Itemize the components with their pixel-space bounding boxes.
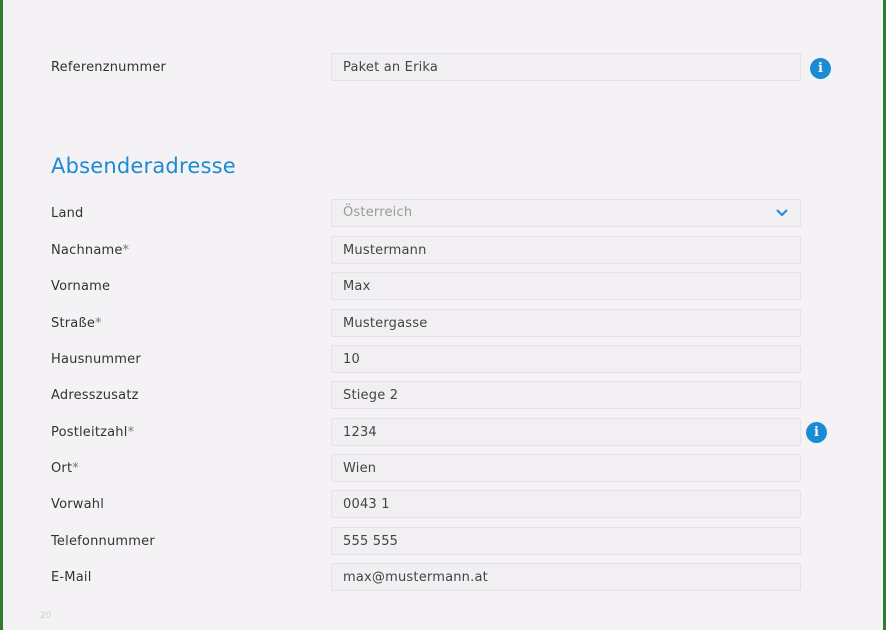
nachname-input[interactable] <box>331 236 801 264</box>
ort-row: Ort* <box>0 454 886 484</box>
land-select-value: Österreich <box>343 205 413 220</box>
nachname-row: Nachname* <box>0 236 886 266</box>
strasse-label: Straße* <box>51 316 102 331</box>
nachname-label: Nachname* <box>51 243 130 258</box>
vorwahl-label: Vorwahl <box>51 497 105 512</box>
required-mark: * <box>95 316 102 331</box>
land-select[interactable]: Österreich <box>331 199 801 227</box>
hausnummer-input[interactable] <box>331 345 801 373</box>
page-number: 20 <box>40 611 52 621</box>
reference-row: Referenznummer i <box>0 53 886 83</box>
chevron-down-icon <box>776 209 788 216</box>
vorname-row: Vorname <box>0 272 886 302</box>
required-mark: * <box>127 425 135 440</box>
vorname-label: Vorname <box>51 279 111 294</box>
required-mark: * <box>122 243 130 258</box>
telefonnummer-label: Telefonnummer <box>51 534 155 549</box>
land-label: Land <box>51 206 84 221</box>
vorwahl-input[interactable] <box>331 490 801 518</box>
reference-input[interactable] <box>331 53 801 81</box>
adresszusatz-row: Adresszusatz <box>0 381 886 411</box>
section-title-absenderadresse: Absenderadresse <box>51 154 236 178</box>
email-label: E-Mail <box>51 570 92 585</box>
vorwahl-row: Vorwahl <box>0 490 886 520</box>
strasse-input[interactable] <box>331 309 801 337</box>
postleitzahl-info-icon[interactable]: i <box>806 422 827 443</box>
hausnummer-row: Hausnummer <box>0 345 886 375</box>
strasse-row: Straße* <box>0 309 886 339</box>
telefonnummer-input[interactable] <box>331 527 801 555</box>
postleitzahl-input[interactable] <box>331 418 801 446</box>
telefonnummer-row: Telefonnummer <box>0 527 886 557</box>
reference-label: Referenznummer <box>51 60 167 75</box>
reference-info-icon[interactable]: i <box>810 58 831 79</box>
ort-input[interactable] <box>331 454 801 482</box>
postleitzahl-row: Postleitzahl* i <box>0 418 886 448</box>
email-input[interactable] <box>331 563 801 591</box>
postleitzahl-label: Postleitzahl* <box>51 425 135 440</box>
ort-label: Ort* <box>51 461 79 476</box>
hausnummer-label: Hausnummer <box>51 352 141 367</box>
adresszusatz-label: Adresszusatz <box>51 388 139 403</box>
land-row: Land Österreich <box>0 199 886 229</box>
vorname-input[interactable] <box>331 272 801 300</box>
adresszusatz-input[interactable] <box>331 381 801 409</box>
email-row: E-Mail <box>0 563 886 593</box>
required-mark: * <box>72 461 79 476</box>
